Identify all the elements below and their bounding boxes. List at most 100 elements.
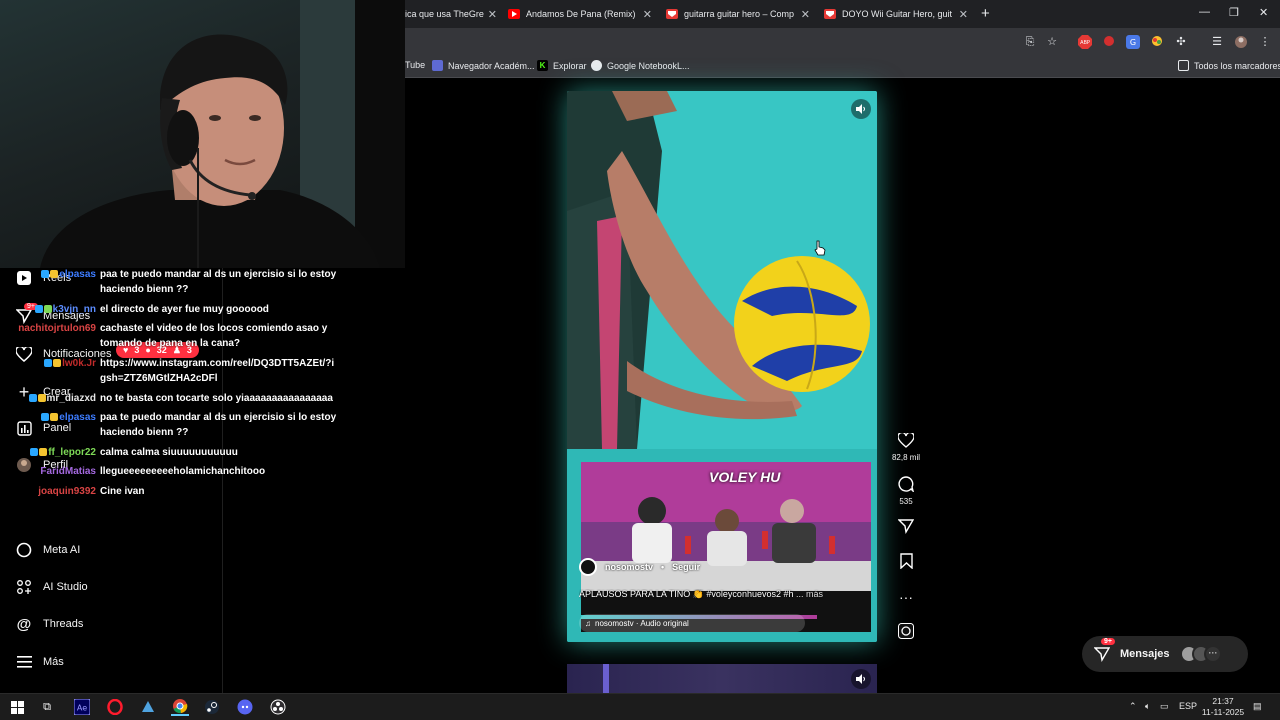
crown-icon <box>50 413 59 421</box>
comment-action[interactable]: 535 <box>890 476 922 506</box>
chat-message: joaquin9392 Cine ivan <box>0 484 345 499</box>
app-blue-icon[interactable] <box>139 698 157 716</box>
recent-avatars: ··· <box>1180 645 1222 663</box>
account-avatar[interactable] <box>579 558 597 576</box>
chat-text: cachaste el video de los locos comiendo … <box>100 323 328 349</box>
notification-center-icon[interactable]: ▤ <box>1253 701 1262 712</box>
clock[interactable]: 21:37 11-11-2025 <box>1198 696 1248 718</box>
youtube-icon <box>508 9 520 19</box>
windows-taskbar: ⧉ Ae ⌃ 🔈︎ ▭ ESP 21:37 11-11-2025 ▤ <box>0 693 1280 720</box>
close-tab-icon[interactable]: ✕ <box>643 8 652 21</box>
audio-thumbnail-action[interactable] <box>890 623 922 644</box>
crown-icon <box>39 448 48 456</box>
more-link[interactable]: ... más <box>796 589 823 599</box>
chat-username: lw0k.Jr <box>0 356 100 386</box>
next-reel-thumb <box>603 664 609 694</box>
after-effects-icon[interactable]: Ae <box>73 698 91 716</box>
badge-icon <box>28 394 37 402</box>
minimize-icon[interactable]: — <box>1199 6 1210 18</box>
chat-username: nachitojrtulon69 <box>18 323 96 334</box>
like-action[interactable]: 82,8 mil <box>890 431 922 462</box>
reel-video[interactable]: VOLEY HU nosomostv • Seguir APLAUSOS PAR… <box>567 91 877 642</box>
folder-icon <box>1178 60 1189 71</box>
steam-icon[interactable] <box>203 698 221 716</box>
extension-red-icon[interactable] <box>1102 35 1116 49</box>
chrome-taskbar-icon[interactable] <box>171 698 189 716</box>
chat-text: paa te puedo mandar al ds un ejercisio s… <box>100 412 337 438</box>
bookmark-explorar[interactable]: K Explorar <box>537 60 587 71</box>
bookmark-label: Tube <box>405 60 426 70</box>
color-extension-icon[interactable] <box>1150 35 1164 49</box>
chat-username: k3vjn_nn <box>0 302 100 317</box>
browser-tab[interactable]: guitarra guitar hero – Compra ✕ <box>666 4 810 24</box>
tray-chevron-icon[interactable]: ⌃ <box>1129 701 1137 712</box>
speaker-icon[interactable]: 🔈︎ <box>1145 701 1150 712</box>
chat-text: calma calma siuuuuuuuuuuu <box>100 447 238 458</box>
share-icon <box>890 518 922 536</box>
profile-avatar-icon[interactable] <box>1234 35 1248 49</box>
volume-icon[interactable] <box>851 669 871 689</box>
browser-tab[interactable]: Andamos De Pana (Remix) - Yo ✕ <box>508 4 652 24</box>
heart-icon <box>890 431 922 450</box>
volume-icon[interactable] <box>851 99 871 119</box>
webcam-overlay <box>0 0 405 268</box>
opera-gx-icon[interactable] <box>106 698 124 716</box>
audio-pill[interactable]: ♫ nosomostv · Audio original <box>579 614 805 632</box>
browser-tab[interactable]: DOYO Wii Guitar Hero, guitarra ✕ <box>824 4 968 24</box>
save-action[interactable] <box>890 553 922 574</box>
bookmark-youtube[interactable]: Tube <box>405 60 425 70</box>
account-name[interactable]: nosomostv <box>605 562 653 572</box>
share-action[interactable] <box>890 518 922 539</box>
meta-ai-icon <box>16 542 32 558</box>
close-tab-icon[interactable]: ✕ <box>801 8 810 21</box>
close-window-icon[interactable]: ✕ <box>1259 6 1268 19</box>
next-reel-preview[interactable] <box>567 664 877 694</box>
new-tab-button[interactable]: + <box>981 5 990 22</box>
restore-icon[interactable]: ❐ <box>1229 6 1239 19</box>
chat-text: paa te puedo mandar al ds un ejercisio s… <box>100 269 337 295</box>
language-indicator[interactable]: ESP <box>1179 701 1197 711</box>
bookmark-notebooklm[interactable]: Google NotebookL... <box>591 60 690 71</box>
extensions-puzzle-icon[interactable]: ✣ <box>1174 35 1188 49</box>
kick-icon: K <box>537 60 548 71</box>
badge-icon <box>44 359 53 367</box>
chat-text: https://www.instagram.com/reel/DQ3DTT5AZ… <box>100 358 335 384</box>
messages-pill[interactable]: 9+ Mensajes ··· <box>1082 636 1248 672</box>
bookmark-star-icon[interactable]: ☆ <box>1045 35 1059 49</box>
translate-icon[interactable]: G <box>1126 35 1140 49</box>
mercado-icon <box>824 9 836 19</box>
tab-title: Andamos De Pana (Remix) - Yo <box>526 9 638 19</box>
adblock-icon[interactable]: ABP <box>1078 35 1092 49</box>
task-view-icon[interactable]: ⧉ <box>38 698 56 716</box>
follow-button[interactable]: Seguir <box>672 562 700 572</box>
notebooklm-icon <box>591 60 602 71</box>
windows-start-icon[interactable] <box>8 698 26 716</box>
sidebar-item-threads[interactable]: @ Threads <box>16 616 84 633</box>
close-tab-icon[interactable]: ✕ <box>488 8 497 21</box>
bookmark-label: Navegador Académ... <box>448 60 535 71</box>
network-icon[interactable]: ▭ <box>1160 701 1169 712</box>
sidebar-item-ai-studio[interactable]: AI Studio <box>16 579 88 595</box>
likes-count: 82,8 mil <box>891 453 920 462</box>
ai-studio-icon <box>16 579 32 595</box>
bookmark-navegador[interactable]: Navegador Académ... <box>432 60 535 71</box>
badge-icon <box>34 305 43 313</box>
all-bookmarks[interactable]: Todos los marcadores <box>1178 60 1280 71</box>
sidebar-item-meta-ai[interactable]: Meta AI <box>16 542 80 558</box>
sub-badge-icon <box>43 305 52 313</box>
install-app-icon[interactable]: ⎘ <box>1023 35 1037 49</box>
audio-label: nosomostv · Audio original <box>595 618 689 628</box>
more-options-icon[interactable]: ··· <box>890 589 922 605</box>
reel-account-row: nosomostv • Seguir <box>579 558 700 576</box>
sidebar-item-more[interactable]: Más <box>16 654 64 670</box>
close-tab-icon[interactable]: ✕ <box>959 8 968 21</box>
mercado-icon <box>666 9 678 19</box>
menu-icon <box>16 654 32 670</box>
discord-icon[interactable] <box>236 698 254 716</box>
browser-tab[interactable]: ica que usa TheGre ✕ <box>405 4 497 24</box>
media-controls-icon[interactable]: ☰ <box>1210 35 1224 49</box>
chat-username: elpasas <box>0 267 100 297</box>
obs-icon[interactable] <box>269 698 287 716</box>
chrome-menu-icon[interactable]: ⋮ <box>1258 35 1272 49</box>
chat-username: FaridMatias <box>40 466 96 477</box>
